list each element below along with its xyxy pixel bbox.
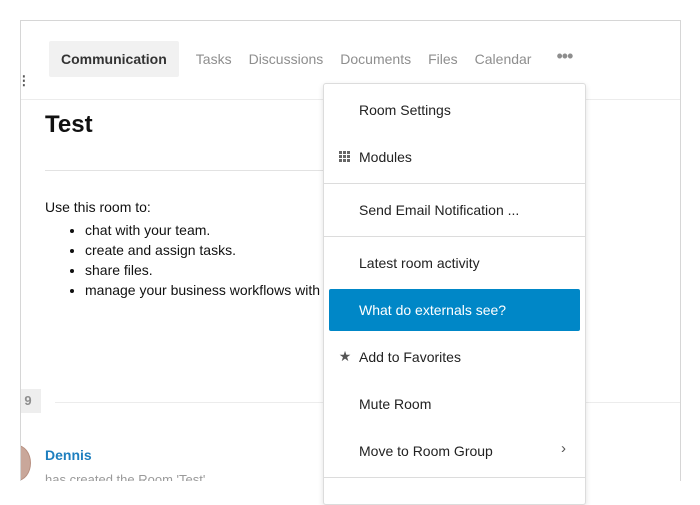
menu-item-room-settings[interactable]: Room Settings <box>329 90 580 130</box>
tab-communication[interactable]: Communication <box>49 41 179 77</box>
list-item: share files. <box>85 260 320 280</box>
menu-item-latest-room-activity[interactable]: Latest room activity <box>329 243 580 283</box>
menu-item-label: Mute Room <box>359 396 432 412</box>
star-icon: ★ <box>338 348 352 364</box>
tab-calendar[interactable]: Calendar <box>475 51 532 67</box>
menu-item-label: Room Settings <box>359 102 451 118</box>
menu-item-label: Latest room activity <box>359 255 480 271</box>
menu-item-label: Send Email Notification ... <box>359 202 520 218</box>
title-divider <box>45 170 345 171</box>
list-item: manage your business workflows with <box>85 280 320 300</box>
menu-item-mute-room[interactable]: Mute Room <box>329 384 580 424</box>
menu-divider <box>324 236 585 237</box>
room-title: Test <box>45 111 93 138</box>
menu-item-move-to-room-group[interactable]: Move to Room Group › <box>329 431 580 471</box>
menu-item-add-to-favorites[interactable]: ★ Add to Favorites <box>329 337 580 377</box>
menu-item-label: Modules <box>359 149 412 165</box>
room-intro: Use this room to: <box>45 199 151 215</box>
cut-off-back-glyph[interactable]: ⁝ <box>21 71 27 92</box>
tab-discussions[interactable]: Discussions <box>249 51 324 67</box>
activity-text: has created the Room 'Test' <box>45 472 206 481</box>
menu-divider <box>324 183 585 184</box>
chevron-right-icon: › <box>561 440 566 457</box>
menu-item-label: What do externals see? <box>359 302 507 318</box>
room-tab-bar: Communication Tasks Discussions Document… <box>49 41 573 77</box>
menu-item-label: Add to Favorites <box>359 349 461 365</box>
list-item: chat with your team. <box>85 220 320 240</box>
room-use-list: chat with your team. create and assign t… <box>65 220 320 300</box>
menu-item-what-do-externals-see[interactable]: What do externals see? <box>329 289 580 331</box>
menu-item-send-email-notification[interactable]: Send Email Notification ... <box>329 190 580 230</box>
tab-tasks[interactable]: Tasks <box>196 51 232 67</box>
grid-icon <box>339 151 351 163</box>
tab-files[interactable]: Files <box>428 51 458 67</box>
avatar[interactable] <box>21 445 31 481</box>
tab-documents[interactable]: Documents <box>340 51 411 67</box>
menu-divider <box>324 477 585 478</box>
more-options-icon[interactable]: ••• <box>556 46 573 67</box>
menu-item-modules[interactable]: Modules <box>329 137 580 177</box>
list-item: create and assign tasks. <box>85 240 320 260</box>
author-link[interactable]: Dennis <box>45 447 92 463</box>
menu-item-label: Move to Room Group <box>359 443 493 459</box>
date-badge: 9 <box>21 389 41 413</box>
room-options-menu: Room Settings Modules Send Email Notific… <box>323 83 586 505</box>
